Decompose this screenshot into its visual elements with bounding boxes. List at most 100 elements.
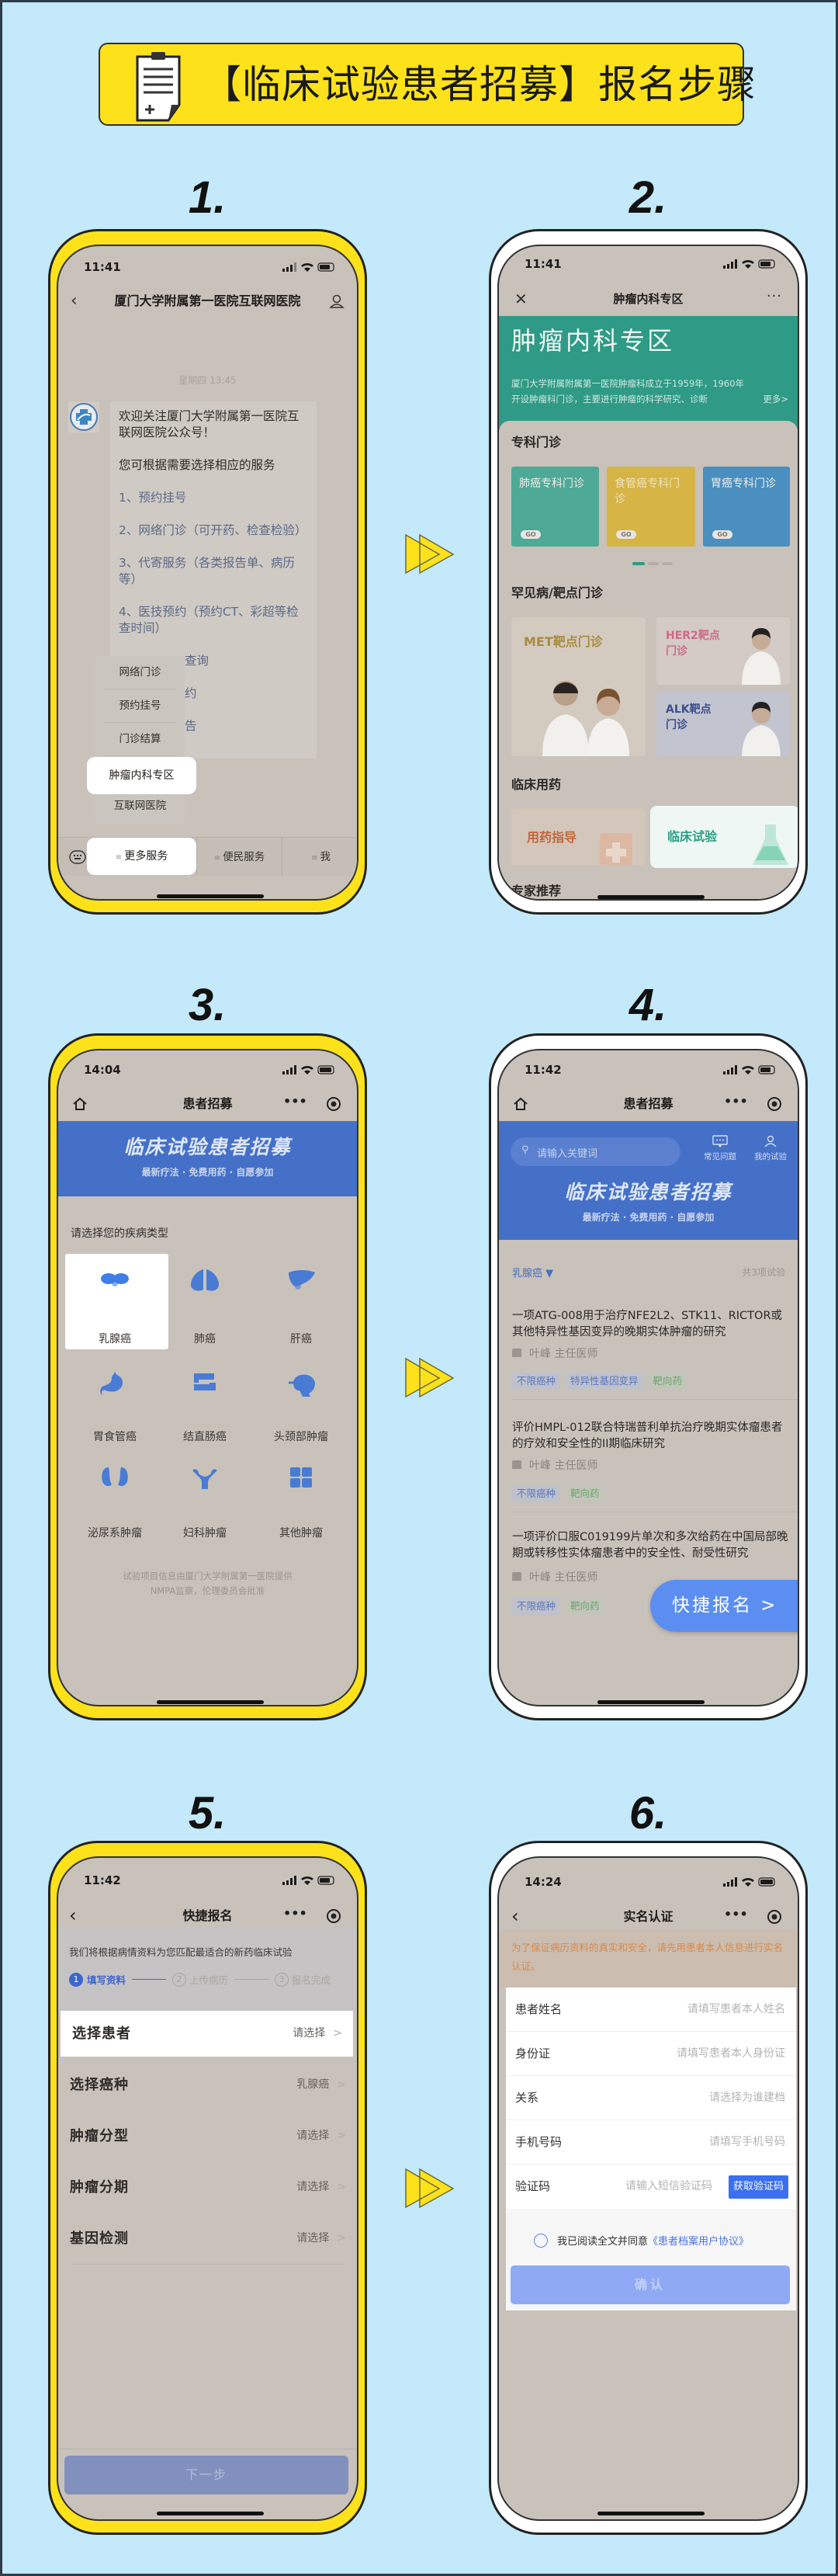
bottom-item-me[interactable]: ≡ 我: [282, 838, 357, 877]
disease-option[interactable]: 肺癌: [157, 1266, 253, 1346]
my-trials-button[interactable]: 我的试验: [749, 1135, 792, 1162]
profile-icon[interactable]: [329, 294, 345, 308]
page-title-banner: 【临床试验患者招募】报名步骤: [99, 43, 756, 126]
form-row-select[interactable]: 肿瘤分型 请选择 >: [58, 2113, 357, 2159]
more-options-icon[interactable]: ···: [767, 288, 782, 304]
confirm-button[interactable]: 确认: [511, 2265, 790, 2304]
disease-option[interactable]: 其他肿瘤: [253, 1464, 349, 1540]
alk-target-card[interactable]: ALK靶点门诊: [656, 691, 790, 756]
home-indicator: [597, 2512, 705, 2515]
disease-option[interactable]: 妇科肿瘤: [157, 1464, 253, 1540]
close-miniprogram-icon[interactable]: [767, 1096, 782, 1112]
nav-title: 厦门大学附属第一医院互联网医院: [114, 293, 301, 308]
close-miniprogram-icon[interactable]: [326, 1096, 341, 1112]
disease-option[interactable]: 结直肠癌: [157, 1369, 253, 1444]
trial-title[interactable]: 一项评价口服C019199片单次和多次给药在中国局部晚期或转移性实体瘤患者中的安…: [512, 1529, 788, 1562]
faq-button[interactable]: 常见问题: [699, 1135, 741, 1162]
disease-label: 泌尿系肿瘤: [88, 1527, 142, 1540]
disease-option[interactable]: 泌尿系肿瘤: [67, 1464, 163, 1540]
clinic-card-lung[interactable]: 肺癌专科门诊 GO: [511, 467, 599, 547]
service-link[interactable]: 3、代寄服务（各类报告单、病历等）: [119, 555, 309, 588]
go-badge: GO: [616, 530, 636, 539]
step-circle-active: 1: [69, 1972, 83, 1987]
more-options-icon[interactable]: •••: [724, 1094, 748, 1109]
menu-item-clinic-payment[interactable]: 门诊结算: [103, 723, 177, 756]
keyboard-icon[interactable]: [69, 849, 86, 865]
section-specialty-clinics: 专科门诊: [511, 435, 562, 450]
more-options-icon[interactable]: •••: [283, 1094, 307, 1109]
more-options-icon[interactable]: •••: [283, 1906, 307, 1921]
disease-label: 肝癌: [290, 1333, 312, 1345]
cancer-filter-dropdown[interactable]: 乳腺癌 ▼: [512, 1265, 553, 1279]
form-row-select[interactable]: 选择癌种 乳腺癌 >: [58, 2062, 357, 2108]
field-input-placeholder[interactable]: 请输入短信验证码: [625, 2165, 712, 2209]
search-input[interactable]: ⚲ 请输入关键词: [511, 1137, 680, 1166]
get-code-button[interactable]: 获取验证码: [728, 2175, 788, 2199]
menu-item-internet-hospital[interactable]: 互联网医院: [103, 790, 177, 823]
her2-target-card[interactable]: HER2靶点门诊: [656, 617, 790, 685]
oncology-banner: 肿瘤内科专区 厦门大学附属附属第一医院肿瘤科成立于1959年，1960年开设肿瘤…: [499, 316, 798, 432]
next-step-button[interactable]: 下一步: [64, 2456, 348, 2494]
menu-item-appointment[interactable]: 预约挂号: [103, 689, 177, 723]
banner-subtitle: 最新疗法 · 免费用药 · 自愿参加: [141, 1167, 274, 1178]
agreement-link[interactable]: 《患者档案用户协议》: [648, 2233, 749, 2248]
clinic-label: 肺癌专科门诊: [519, 477, 584, 490]
doctor-name: 叶峰 主任医师: [529, 1460, 598, 1472]
banner-more-link[interactable]: 更多>: [763, 391, 788, 407]
form-row-select[interactable]: 基因检测 请选择 >: [58, 2216, 357, 2262]
user-icon: [764, 1135, 777, 1147]
welcome-text: 欢迎关注厦门大学附属第一医院互联网医院公众号！: [119, 409, 300, 439]
carousel-dot[interactable]: [648, 562, 659, 565]
verify-field-row[interactable]: 手机号码 请填写手机号码: [506, 2120, 796, 2165]
form-row-value: 请选择 >: [296, 2165, 346, 2210]
disease-option[interactable]: 肝癌: [253, 1266, 349, 1346]
nav-title: 实名认证: [623, 1909, 674, 1924]
medication-guide-card[interactable]: 用药指导: [511, 808, 646, 865]
clinic-label: 胃癌专科门诊: [711, 477, 776, 490]
menu-item-online-clinic[interactable]: 网络门诊: [103, 656, 177, 689]
clinical-trial-card[interactable]: 临床试验: [650, 806, 798, 868]
service-link[interactable]: 2、网络门诊（可开药、检查检验）: [119, 522, 309, 539]
disease-option[interactable]: 头颈部肿瘤: [253, 1369, 349, 1444]
recruit-banner: ⚲ 请输入关键词 常见问题 我的试验 临床试验患者招募 最新疗法 · 免费用药 …: [499, 1121, 798, 1240]
trial-title[interactable]: 评价HMPL-012联合特瑞普利单抗治疗晚期实体瘤患者的疗效和安全性的II期临床…: [512, 1420, 788, 1453]
bottom-item-convenience[interactable]: ≡ 便民服务: [196, 838, 282, 877]
status-time: 11:41: [525, 257, 562, 271]
trial-tag: 靶向药: [566, 1598, 604, 1615]
field-input-placeholder[interactable]: 请填写患者本人姓名: [687, 1988, 785, 2032]
agreement-checkbox[interactable]: [534, 2233, 548, 2248]
carousel-dot-active[interactable]: [632, 562, 645, 565]
met-target-card[interactable]: MET靶点门诊: [511, 617, 646, 756]
field-input-placeholder[interactable]: 请填写手机号码: [709, 2120, 785, 2165]
trial-title[interactable]: 一项ATG-008用于治疗NFE2L2、STK11、RICTOR或其他特异性基因…: [512, 1308, 788, 1341]
field-label: 验证码: [515, 2179, 551, 2193]
disclaimer: 试验项目信息由厦门大学附属第一医院提供 NMPA监察，伦理委员会批准: [58, 1569, 357, 1599]
service-link[interactable]: 1、预约挂号: [119, 490, 309, 506]
form-row-select[interactable]: 选择患者 请选择 >: [61, 2011, 353, 2057]
clinic-card-gastric[interactable]: 胃癌专科门诊 GO: [703, 467, 790, 547]
quick-signup-button[interactable]: 快捷报名 >: [650, 1580, 798, 1632]
bottom-item-more-services[interactable]: ≡ 更多服务: [87, 838, 196, 875]
close-miniprogram-icon[interactable]: [767, 1909, 782, 1925]
home-indicator: [157, 894, 264, 898]
page-title: 【临床试验患者招募】报名步骤: [203, 62, 757, 107]
menu-item-oncology-zone[interactable]: 肿瘤内科专区: [87, 757, 196, 794]
verify-field-row[interactable]: 关系 请选择为谁建档: [506, 2076, 796, 2120]
disease-option[interactable]: 胃食管癌: [67, 1369, 163, 1444]
field-input-placeholder[interactable]: 请选择为谁建档: [709, 2076, 785, 2120]
field-input-placeholder[interactable]: 请填写患者本人身份证: [677, 2032, 785, 2076]
clinic-card-esophageal[interactable]: 食管癌专科门诊 GO: [607, 467, 695, 547]
carousel-dot[interactable]: [662, 562, 673, 565]
verify-field-row[interactable]: 患者姓名 请填写患者本人姓名: [506, 1988, 796, 2032]
more-options-icon[interactable]: •••: [724, 1907, 748, 1922]
form-row-select[interactable]: 肿瘤分期 请选择 >: [58, 2165, 357, 2210]
trial-tag: 不限癌种: [512, 1485, 561, 1502]
verify-field-row[interactable]: 身份证 请填写患者本人身份证: [506, 2032, 796, 2076]
disease-option[interactable]: 乳腺癌: [67, 1266, 163, 1346]
hospital-logo-avatar[interactable]: [68, 401, 99, 432]
intestine-icon: [194, 1373, 216, 1390]
close-miniprogram-icon[interactable]: [326, 1908, 341, 1924]
form-row-label: 肿瘤分期: [70, 2179, 129, 2196]
service-link[interactable]: 4、医技预约（预约CT、彩超等检查时间）: [119, 604, 309, 637]
status-time: 11:41: [84, 260, 121, 274]
